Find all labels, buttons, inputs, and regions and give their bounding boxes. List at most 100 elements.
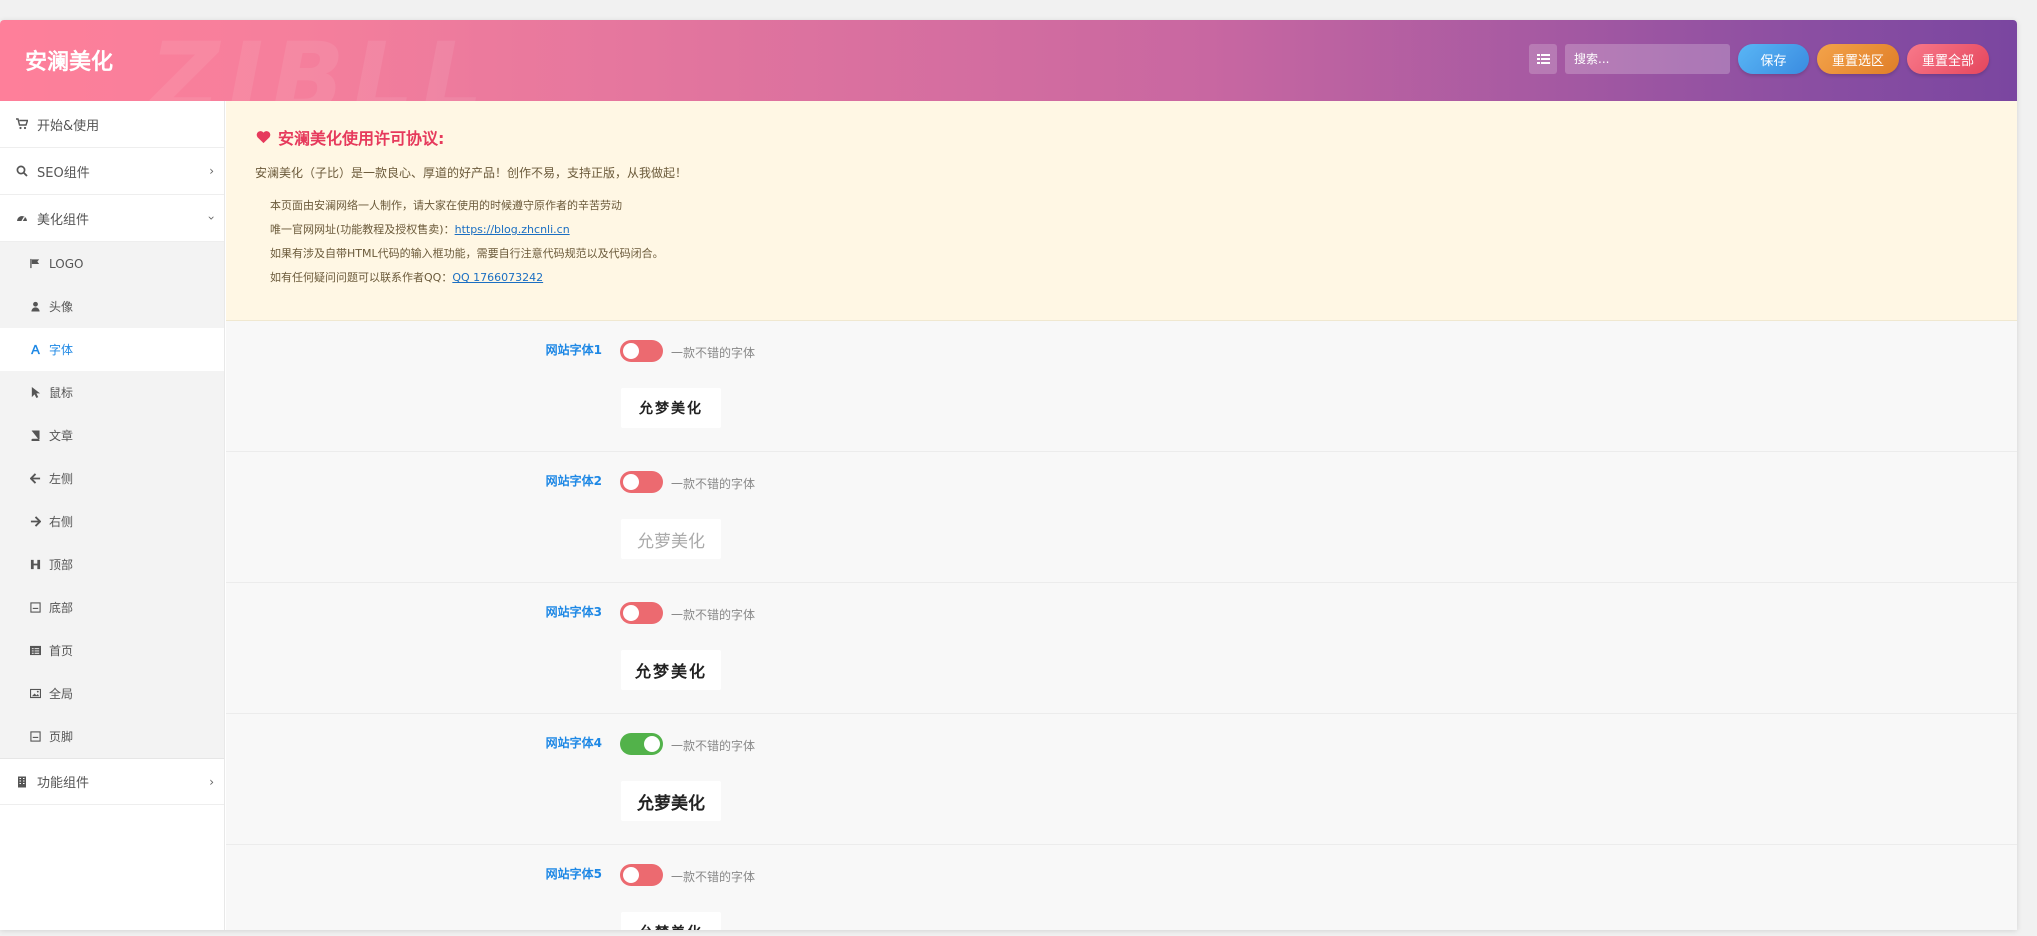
sidebar-sub-bottom[interactable]: 底部 bbox=[0, 586, 224, 629]
notice-lead: 安澜美化（子比）是一款良心、厚道的好产品！创作不易，支持正版，从我做起！ bbox=[255, 166, 688, 180]
arrow-left-icon bbox=[29, 473, 41, 485]
dashboard-icon bbox=[16, 212, 28, 224]
font-option-row: 网站字体3 一款不错的字体 允梦美化 bbox=[226, 583, 2017, 714]
sub-item-label: 首页 bbox=[49, 644, 74, 658]
sub-item-label: 左侧 bbox=[49, 472, 74, 486]
sidebar-sub-cursor[interactable]: 鼠标 bbox=[0, 371, 224, 414]
switch-knob bbox=[644, 736, 660, 752]
search-icon bbox=[16, 165, 28, 177]
list-icon bbox=[1536, 54, 1550, 64]
book-icon bbox=[29, 430, 41, 442]
website-link[interactable]: https://blog.zhcnli.cn bbox=[455, 223, 570, 236]
header-icon bbox=[29, 559, 41, 571]
sub-item-label: 字体 bbox=[49, 343, 74, 357]
font-option-row: 网站字体4 一款不错的字体 允萝美化 bbox=[226, 714, 2017, 845]
font-preview: 允梦美化 bbox=[621, 912, 721, 930]
font-option-desc: 一款不错的字体 bbox=[671, 608, 756, 622]
notice-line-text: 唯一官网网址(功能教程及授权售卖)： bbox=[270, 223, 455, 236]
sidebar-item-beautify[interactable]: 美化组件 › bbox=[0, 195, 224, 242]
header-watermark: ZIBLL bbox=[150, 22, 491, 101]
cursor-icon bbox=[29, 387, 41, 399]
sidebar-sub-footer[interactable]: 页脚 bbox=[0, 715, 224, 758]
font-option-row: 网站字体2 一款不错的字体 允萝美化 bbox=[226, 452, 2017, 583]
app-window: ZIBLL 安澜美化 保存 重置选区 重置全部 bbox=[0, 20, 2017, 930]
cart-icon bbox=[16, 118, 28, 130]
sub-item-label: 头像 bbox=[49, 300, 74, 314]
notice-line: 唯一官网网址(功能教程及授权售卖)：https://blog.zhcnli.cn bbox=[270, 222, 2017, 246]
sidebar-item-seo[interactable]: SEO组件 › bbox=[0, 148, 224, 195]
sidebar-sub-avatar[interactable]: 头像 bbox=[0, 285, 224, 328]
font-option-row: 网站字体5 一款不错的字体 允梦美化 bbox=[226, 845, 2017, 930]
font-toggle-switch[interactable] bbox=[620, 864, 663, 886]
chevron-right-icon: › bbox=[209, 164, 214, 178]
font-toggle-switch[interactable] bbox=[620, 340, 663, 362]
reset-all-button[interactable]: 重置全部 bbox=[1907, 44, 1989, 74]
font-preview: 允萝美化 bbox=[621, 519, 721, 559]
sub-item-label: 全局 bbox=[49, 687, 74, 701]
reset-section-button[interactable]: 重置选区 bbox=[1817, 44, 1899, 74]
switch-knob bbox=[623, 474, 639, 490]
sidebar-sub-global[interactable]: 全局 bbox=[0, 672, 224, 715]
font-preview: 允梦美化 bbox=[621, 388, 721, 428]
expand-list-button[interactable] bbox=[1529, 44, 1557, 74]
heart-icon bbox=[256, 131, 271, 144]
font-option-desc: 一款不错的字体 bbox=[671, 870, 756, 884]
qq-link[interactable]: QQ 1766073242 bbox=[452, 271, 543, 284]
sidebar-item-label: 开始&使用 bbox=[37, 118, 100, 134]
sidebar-sub-article[interactable]: 文章 bbox=[0, 414, 224, 457]
footer-icon bbox=[29, 731, 41, 743]
license-notice: 安澜美化使用许可协议: 安澜美化（子比）是一款良心、厚道的好产品！创作不易，支持… bbox=[226, 101, 2017, 321]
switch-knob bbox=[623, 343, 639, 359]
submenu-beautify: LOGO 头像 字体 鼠标 文章 左侧 右侧 顶部 底部 首页 全局 页脚 bbox=[0, 242, 224, 759]
sidebar-item-function[interactable]: 功能组件 › bbox=[0, 759, 224, 805]
sidebar-item-label: 功能组件 bbox=[37, 776, 90, 791]
search-input[interactable] bbox=[1565, 44, 1730, 74]
font-option-label: 网站字体1 bbox=[545, 343, 602, 357]
notice-title-text: 安澜美化使用许可协议: bbox=[278, 129, 445, 148]
font-option-label: 网站字体2 bbox=[545, 474, 602, 488]
notice-line: 如有任何疑问问题可以联系作者QQ：QQ 1766073242 bbox=[270, 270, 2017, 294]
notice-line: 本页面由安澜网络一人制作，请大家在使用的时候遵守原作者的辛苦劳动 bbox=[270, 199, 622, 212]
chevron-down-icon: › bbox=[204, 215, 219, 221]
sub-item-label: 鼠标 bbox=[49, 386, 74, 400]
sidebar-sub-font[interactable]: 字体 bbox=[0, 328, 224, 371]
notice-line-text: 如有任何疑问问题可以联系作者QQ： bbox=[270, 271, 453, 284]
sub-item-label: 右侧 bbox=[49, 515, 74, 529]
notice-title: 安澜美化使用许可协议: bbox=[256, 125, 2017, 149]
font-preview: 允梦美化 bbox=[621, 650, 721, 690]
notice-lines: 本页面由安澜网络一人制作，请大家在使用的时候遵守原作者的辛苦劳动 唯一官网网址(… bbox=[270, 198, 2017, 294]
font-toggle-switch[interactable] bbox=[620, 471, 663, 493]
font-option-desc: 一款不错的字体 bbox=[671, 477, 756, 491]
sidebar-item-label: 美化组件 bbox=[37, 212, 90, 228]
header: ZIBLL 安澜美化 保存 重置选区 重置全部 bbox=[0, 20, 2017, 101]
save-button[interactable]: 保存 bbox=[1738, 44, 1809, 74]
header-tools: 保存 重置选区 重置全部 bbox=[1529, 44, 1989, 74]
sidebar-item-start[interactable]: 开始&使用 bbox=[0, 101, 224, 148]
font-preview: 允萝美化 bbox=[621, 781, 721, 821]
user-icon bbox=[29, 301, 41, 313]
font-toggle-switch[interactable] bbox=[620, 733, 663, 755]
building-icon bbox=[16, 776, 28, 788]
image-icon bbox=[29, 688, 41, 700]
sub-item-label: 文章 bbox=[49, 429, 74, 443]
sidebar-sub-right[interactable]: 右侧 bbox=[0, 500, 224, 543]
sidebar-sub-top[interactable]: 顶部 bbox=[0, 543, 224, 586]
list-icon bbox=[29, 645, 41, 657]
sidebar-item-label: SEO组件 bbox=[37, 165, 90, 181]
switch-knob bbox=[623, 867, 639, 883]
sidebar-sub-left[interactable]: 左侧 bbox=[0, 457, 224, 500]
footer-icon bbox=[29, 602, 41, 614]
sidebar: 开始&使用 SEO组件 › 美化组件 › LOGO 头像 字体 鼠标 文章 左侧… bbox=[0, 101, 225, 930]
switch-knob bbox=[623, 605, 639, 621]
font-toggle-switch[interactable] bbox=[620, 602, 663, 624]
font-option-label: 网站字体5 bbox=[545, 867, 602, 881]
brand-title: 安澜美化 bbox=[25, 50, 114, 75]
sub-item-label: 底部 bbox=[49, 601, 74, 615]
font-option-label: 网站字体3 bbox=[545, 605, 602, 619]
sub-item-label: 页脚 bbox=[49, 730, 74, 744]
flag-icon bbox=[29, 258, 41, 270]
font-option-desc: 一款不错的字体 bbox=[671, 346, 756, 360]
chevron-right-icon: › bbox=[209, 775, 214, 789]
sidebar-sub-home[interactable]: 首页 bbox=[0, 629, 224, 672]
sidebar-sub-logo[interactable]: LOGO bbox=[0, 242, 224, 285]
